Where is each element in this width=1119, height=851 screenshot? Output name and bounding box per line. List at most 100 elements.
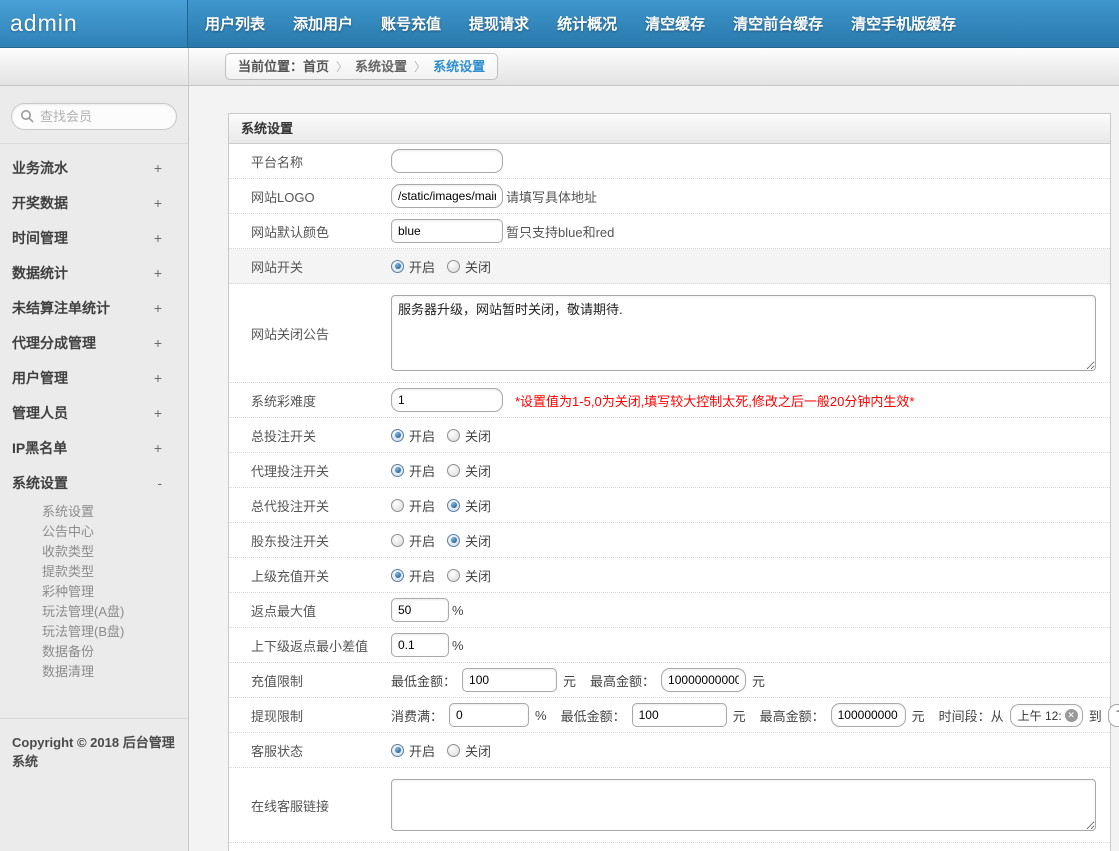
radio-option-label: 关闭: [465, 461, 491, 480]
nav-item[interactable]: 提现请求: [469, 13, 529, 34]
nav-item[interactable]: 账号充值: [381, 13, 441, 34]
radio-input[interactable]: [447, 464, 460, 477]
sidebar-subitem[interactable]: 彩种管理: [0, 582, 188, 602]
sidebar-subitem-link[interactable]: 数据清理: [42, 664, 94, 679]
clear-icon[interactable]: ✕: [1065, 709, 1078, 722]
radio-input[interactable]: [447, 569, 460, 582]
sidebar-subitem[interactable]: 收款类型: [0, 542, 188, 562]
sidebar-item[interactable]: 代理分成管理+: [0, 325, 188, 360]
nav-item[interactable]: 添加用户: [293, 13, 353, 34]
sidebar-item[interactable]: 未结算注单统计+: [0, 290, 188, 325]
radio-input[interactable]: [391, 260, 404, 273]
unit-label: %: [452, 603, 464, 618]
app-logo: admin: [0, 0, 188, 47]
sidebar-subitem[interactable]: 玩法管理(A盘): [0, 602, 188, 622]
plus-icon: +: [154, 300, 162, 316]
sidebar-subitem-link[interactable]: 收款类型: [42, 544, 94, 559]
sidebar-item[interactable]: 系统设置-: [0, 465, 188, 500]
form-row: 返点最大值%: [229, 593, 1110, 628]
nav-item[interactable]: 清空前台缓存: [733, 13, 823, 34]
radio-input[interactable]: [391, 569, 404, 582]
sidebar-item-label: 开奖数据: [12, 193, 68, 213]
radio-input[interactable]: [391, 429, 404, 442]
radio-input[interactable]: [447, 744, 460, 757]
radio-input[interactable]: [391, 499, 404, 512]
settings-form: 平台名称网站LOGO请填写具体地址网站默认颜色暂只支持blue和red网站开关开…: [229, 144, 1110, 851]
sidebar-subitem[interactable]: 公告中心: [0, 522, 188, 542]
text-input[interactable]: [391, 633, 449, 657]
row-label: 充值限制: [229, 671, 391, 690]
radio-input[interactable]: [447, 260, 460, 273]
field-label: 最高金额：: [760, 706, 825, 725]
text-input[interactable]: [391, 184, 503, 208]
text-input[interactable]: [449, 703, 529, 727]
row-control: [391, 284, 1110, 382]
field-label: 时间段：从: [939, 706, 1004, 725]
textarea-input[interactable]: [391, 295, 1096, 371]
search-icon: [20, 109, 34, 123]
text-input[interactable]: [391, 598, 449, 622]
sidebar-subitem-link[interactable]: 玩法管理(B盘): [42, 624, 124, 639]
sidebar-subitem-link[interactable]: 彩种管理: [42, 584, 94, 599]
sidebar-menu: 业务流水+开奖数据+时间管理+数据统计+未结算注单统计+代理分成管理+用户管理+…: [0, 150, 188, 688]
radio-input[interactable]: [391, 464, 404, 477]
field-label: 元: [733, 706, 746, 725]
breadcrumb-item[interactable]: 系统设置: [355, 59, 407, 74]
row-label: 平台名称: [229, 152, 391, 171]
hint-text: 请填写具体地址: [506, 187, 597, 206]
sidebar-item[interactable]: 开奖数据+: [0, 185, 188, 220]
form-row: 平台名称: [229, 144, 1110, 179]
sidebar-subitem[interactable]: 数据备份: [0, 642, 188, 662]
radio-input[interactable]: [447, 534, 460, 547]
radio-input[interactable]: [447, 429, 460, 442]
textarea-input[interactable]: [391, 779, 1096, 831]
sidebar-item[interactable]: IP黑名单+: [0, 430, 188, 465]
text-input[interactable]: [391, 219, 503, 243]
panel-title: 系统设置: [229, 114, 1110, 144]
time-picker[interactable]: 上午 12:✕: [1010, 704, 1083, 727]
sidebar-subitem[interactable]: 提款类型: [0, 562, 188, 582]
radio-input[interactable]: [391, 744, 404, 757]
sidebar-item[interactable]: 管理人员+: [0, 395, 188, 430]
nav-item[interactable]: 清空缓存: [645, 13, 705, 34]
sidebar-subitem-link[interactable]: 公告中心: [42, 524, 94, 539]
text-input[interactable]: [661, 668, 746, 692]
sidebar-item[interactable]: 数据统计+: [0, 255, 188, 290]
sidebar-item[interactable]: 用户管理 +: [0, 360, 188, 395]
form-row: 上下级返点最小差值%: [229, 628, 1110, 663]
radio-input[interactable]: [447, 499, 460, 512]
row-label: 股东投注开关: [229, 531, 391, 550]
sidebar-item-label: 业务流水: [12, 158, 68, 178]
sidebar-subitem[interactable]: 玩法管理(B盘): [0, 622, 188, 642]
radio-input[interactable]: [391, 534, 404, 547]
sidebar-item[interactable]: 时间管理+: [0, 220, 188, 255]
nav-item[interactable]: 清空手机版缓存: [851, 13, 956, 34]
time-picker[interactable]: 下午 11:✕: [1108, 704, 1119, 727]
sidebar-subitem[interactable]: 数据清理: [0, 662, 188, 682]
text-input[interactable]: [632, 703, 727, 727]
field-label: 最高金额：: [590, 671, 655, 690]
nav-item[interactable]: 用户列表: [205, 13, 265, 34]
form-row: 股东投注开关开启关闭: [229, 523, 1110, 558]
plus-icon: +: [154, 370, 162, 386]
sidebar-subitem-link[interactable]: 提款类型: [42, 564, 94, 579]
breadcrumb-item[interactable]: 系统设置: [433, 59, 485, 74]
nav-item[interactable]: 统计概况: [557, 13, 617, 34]
sidebar-subitem-link[interactable]: 玩法管理(A盘): [42, 604, 124, 619]
text-input[interactable]: [831, 703, 906, 727]
text-input[interactable]: [391, 149, 503, 173]
sidebar: 业务流水+开奖数据+时间管理+数据统计+未结算注单统计+代理分成管理+用户管理+…: [0, 86, 189, 851]
form-row: 网站开关开启关闭: [229, 249, 1110, 284]
sidebar-item[interactable]: 业务流水+: [0, 150, 188, 185]
member-search-input[interactable]: [11, 103, 177, 130]
sidebar-subitem[interactable]: 系统设置: [0, 502, 188, 522]
text-input[interactable]: [462, 668, 557, 692]
row-control: 开启关闭: [391, 491, 1110, 520]
sidebar-item-label: 用户管理: [12, 368, 68, 388]
breadcrumb-strip: 当前位置：首页 〉系统设置〉系统设置: [0, 48, 1119, 86]
row-control: 开启关闭: [391, 526, 1110, 555]
sidebar-subitem-link[interactable]: 系统设置: [42, 504, 94, 519]
sidebar-subitem-link[interactable]: 数据备份: [42, 644, 94, 659]
text-input[interactable]: [391, 388, 503, 412]
field-label: 消费满：: [391, 706, 443, 725]
